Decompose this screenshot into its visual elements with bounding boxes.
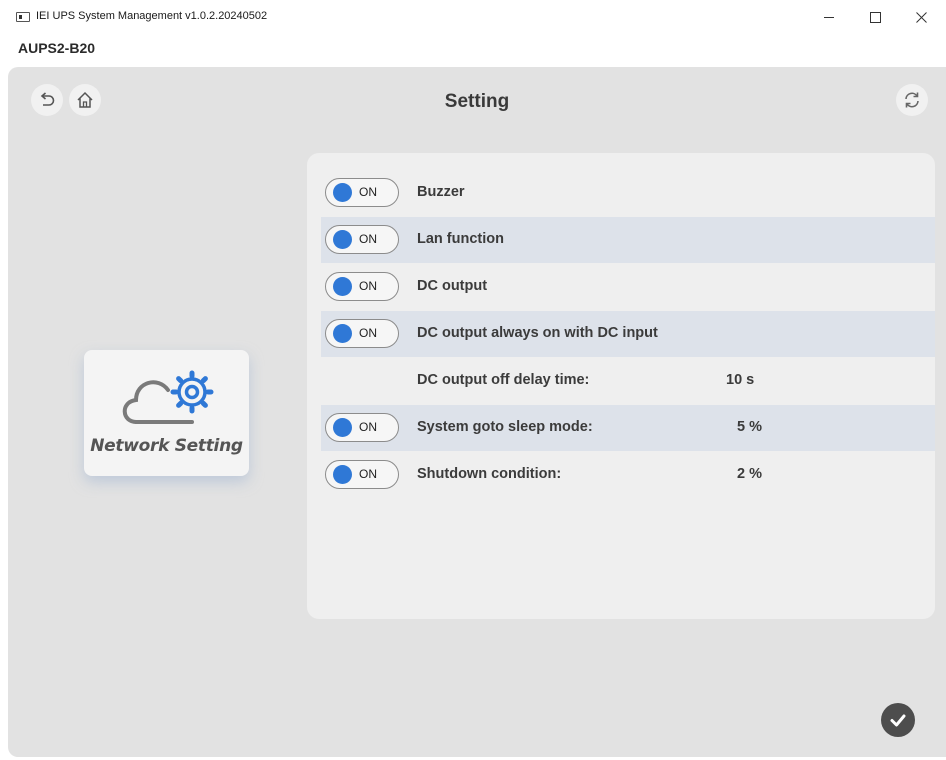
lan-function-toggle[interactable]: ON [325,225,399,254]
app-icon [16,12,30,22]
shutdown-condition-value[interactable]: 2 % [737,466,762,482]
toggle-state: ON [359,279,377,293]
window-titlebar: IEI UPS System Management v1.0.2.2024050… [0,0,946,34]
page-title: Setting [444,91,510,112]
device-name: AUPS2-B20 [18,40,96,56]
toggle-state: ON [359,232,377,246]
toggle-knob [333,277,352,296]
buzzer-toggle[interactable]: ON [325,178,399,207]
main-panel: Setting Network Setting ON Buzzer ON Lan… [8,67,946,757]
settings-card: ON Buzzer ON Lan function ON DC output O… [307,153,935,619]
dc-output-toggle[interactable]: ON [325,272,399,301]
sleep-mode-value[interactable]: 5 % [737,419,762,435]
setting-row-sleep-mode: ON System goto sleep mode: 5 % [321,405,935,451]
refresh-icon [905,92,919,108]
window-title: IEI UPS System Management v1.0.2.2024050… [36,10,268,22]
toggle-knob [333,230,352,249]
close-button[interactable] [898,0,944,34]
setting-label: DC output off delay time: [417,372,590,388]
dc-always-on-toggle[interactable]: ON [325,319,399,348]
confirm-button[interactable] [881,703,915,737]
toggle-state: ON [359,185,377,199]
shutdown-condition-toggle[interactable]: ON [325,460,399,489]
toggle-knob [333,465,352,484]
setting-row-shutdown: ON Shutdown condition: 2 % [321,452,935,498]
setting-label: DC output [417,278,488,294]
setting-row-buzzer: ON Buzzer [321,170,935,216]
toggle-knob [333,183,352,202]
network-setting-card[interactable]: Network Setting [84,350,249,476]
toggle-state: ON [359,420,377,434]
toggle-knob [333,324,352,343]
setting-row-lan: ON Lan function [321,217,935,263]
maximize-icon [869,11,881,23]
minimize-icon [824,16,834,18]
checkmark-icon [890,714,906,727]
toggle-state: ON [359,467,377,481]
close-icon [915,11,927,23]
setting-label: System goto sleep mode: [417,419,593,435]
refresh-button[interactable] [896,84,928,116]
cloud-gear-icon [122,370,214,424]
toggle-state: ON [359,326,377,340]
maximize-button[interactable] [852,0,898,34]
sleep-mode-toggle[interactable]: ON [325,413,399,442]
setting-row-dc-off-delay[interactable]: DC output off delay time: 10 s [321,358,935,404]
setting-label: DC output always on with DC input [417,325,658,341]
setting-label: Buzzer [417,184,465,200]
dc-off-delay-value[interactable]: 10 s [726,372,754,388]
toggle-knob [333,418,352,437]
setting-row-dc-always-on: ON DC output always on with DC input [321,311,935,357]
minimize-button[interactable] [806,0,852,34]
setting-row-dc-output: ON DC output [321,264,935,310]
setting-label: Lan function [417,231,504,247]
network-setting-label: Network Setting [90,436,243,456]
setting-label: Shutdown condition: [417,466,562,482]
